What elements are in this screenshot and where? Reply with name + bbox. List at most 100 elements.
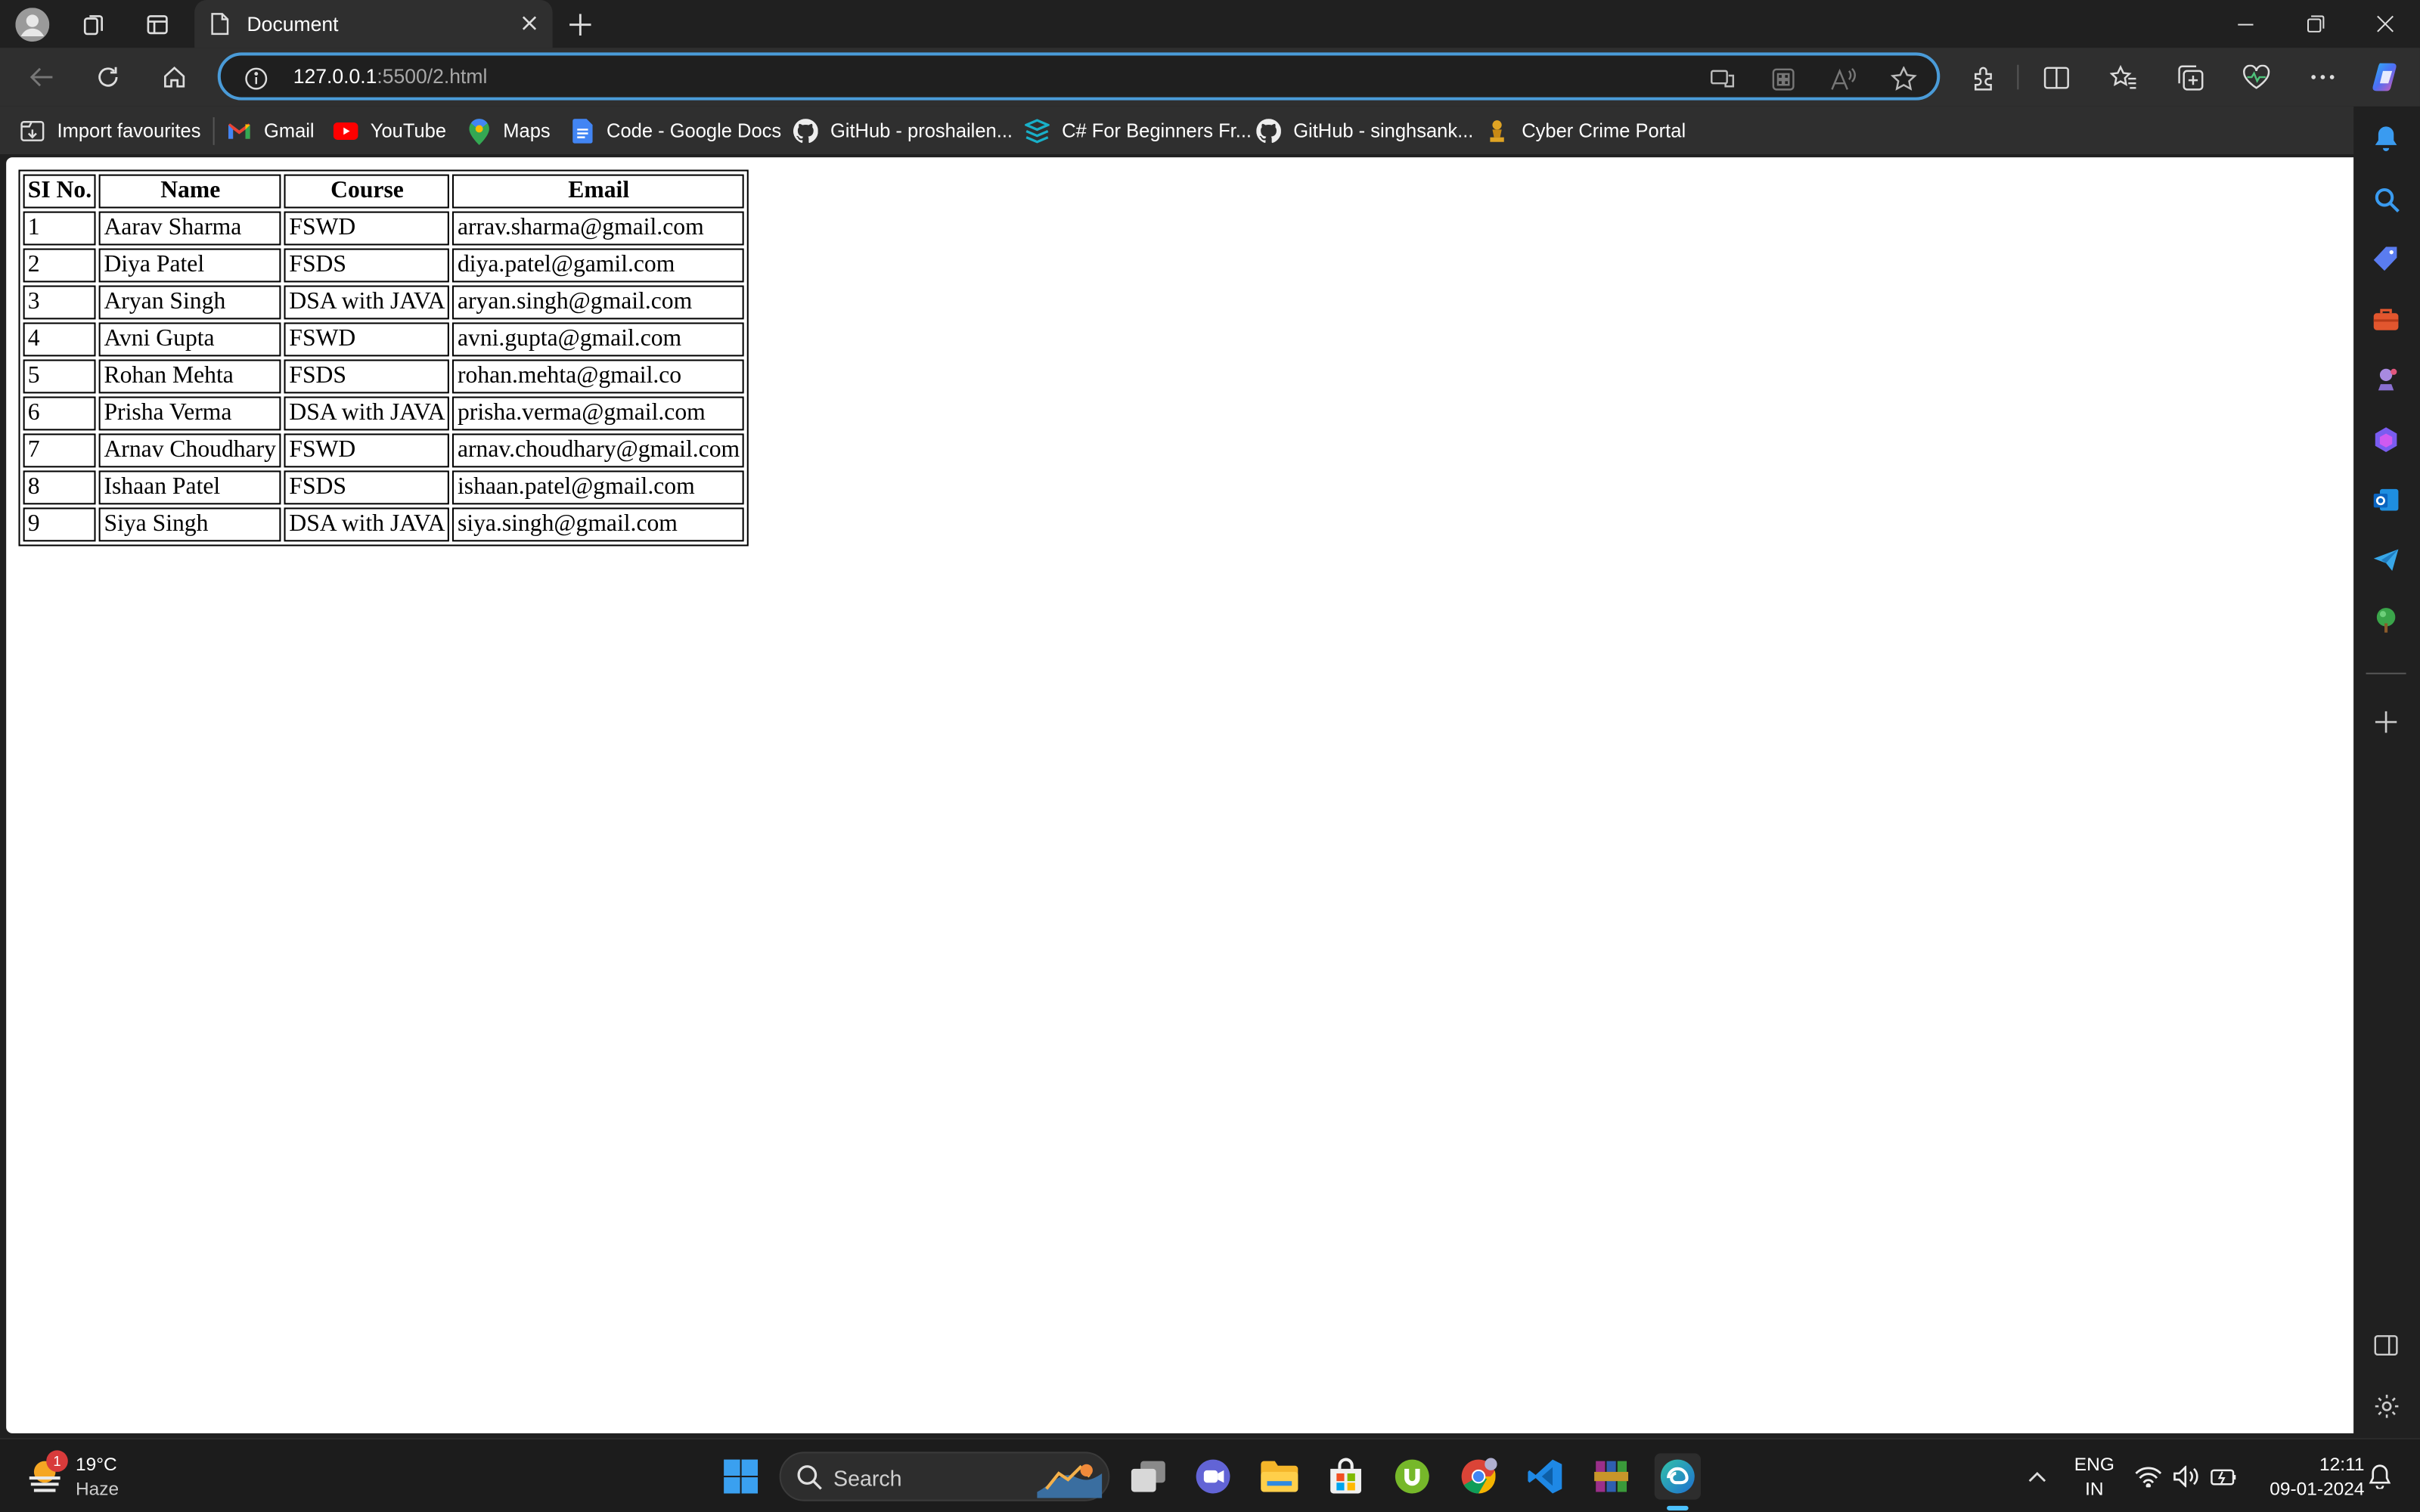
cell-course: FSDS [284, 359, 450, 394]
cell-si-no: 1 [23, 211, 97, 246]
split-screen-icon[interactable] [2036, 57, 2076, 98]
cell-course: FSWD [284, 211, 450, 246]
tree-icon[interactable] [2369, 603, 2403, 637]
language-indicator[interactable]: ENG IN [2068, 1453, 2121, 1499]
favorite-star-icon[interactable] [1886, 62, 1920, 96]
home-button[interactable] [154, 57, 194, 98]
profile-avatar[interactable] [14, 6, 51, 43]
bookmark-label: Import favourites [57, 120, 201, 142]
favorites-icon[interactable] [2104, 57, 2144, 98]
bookmark-github-singhsank[interactable]: GitHub - singhsank... [1256, 116, 1473, 147]
shopping-tag-icon[interactable] [2369, 242, 2403, 276]
minimize-button[interactable] [2210, 0, 2281, 48]
table-row: 2 Diya Patel FSDS diya.patel@gamil.com [23, 248, 745, 283]
cell-email: avni.gupta@gmail.com [452, 322, 745, 357]
battery-icon[interactable] [2210, 1466, 2238, 1495]
bookmark-csharp-beginners[interactable]: C# For Beginners Fr... [1025, 116, 1252, 147]
weather-desc: Haze [75, 1478, 119, 1500]
gmail-icon [227, 119, 252, 144]
read-aloud-icon[interactable] [1826, 62, 1860, 96]
url-text: 127.0.0.1:5500/2.html [293, 65, 488, 88]
cell-si-no: 5 [23, 359, 97, 394]
sidebar-settings-gear-icon[interactable] [2369, 1389, 2403, 1423]
new-tab-button[interactable] [562, 6, 599, 43]
cell-name: Prisha Verma [99, 396, 282, 431]
show-hidden-icons-chevron-icon[interactable] [2014, 1453, 2060, 1499]
task-view-icon[interactable] [1125, 1453, 1171, 1499]
header-name: Name [99, 174, 282, 209]
weather-widget[interactable]: 1 19°C Haze [22, 1448, 145, 1504]
search-magnifier-icon [796, 1464, 823, 1498]
copilot-icon[interactable] [2366, 57, 2406, 98]
apps-grid-icon[interactable] [1766, 62, 1800, 96]
microsoft-store-icon[interactable] [1323, 1453, 1369, 1499]
restore-button[interactable] [2279, 0, 2350, 48]
browser-essentials-icon[interactable] [2236, 57, 2276, 98]
close-tab-icon[interactable] [513, 6, 547, 40]
refresh-button[interactable] [88, 57, 128, 98]
hide-sidebar-icon[interactable] [2369, 1328, 2403, 1362]
vscode-icon[interactable] [1522, 1453, 1568, 1499]
edge-icon[interactable] [1654, 1453, 1701, 1500]
table-row: 1 Aarav Sharma FSWD arrav.sharma@gmail.c… [23, 211, 745, 246]
bookmark-maps[interactable]: Maps [466, 116, 551, 147]
taskbar-search-box[interactable]: Search [779, 1452, 1110, 1501]
utorrent-icon[interactable] [1389, 1453, 1435, 1499]
page-viewport: SI No. Name Course Email 1 Aarav Sharma … [6, 157, 2354, 1433]
address-bar[interactable]: 127.0.0.1:5500/2.html [217, 52, 1941, 101]
add-sidebar-app-icon[interactable] [2369, 705, 2403, 739]
collections-icon[interactable] [2170, 57, 2210, 98]
file-explorer-icon[interactable] [1256, 1453, 1302, 1499]
bookmark-github-proshailen[interactable]: GitHub - proshailen... [793, 116, 1013, 147]
language-region: IN [2085, 1478, 2104, 1500]
cell-email: rohan.mehta@gmail.co [452, 359, 745, 394]
bookmark-google-docs[interactable]: Code - Google Docs [569, 116, 781, 147]
cell-si-no: 3 [23, 285, 97, 320]
weather-badge: 1 [46, 1450, 68, 1472]
site-info-icon[interactable] [239, 62, 273, 96]
wifi-icon[interactable] [2134, 1466, 2162, 1495]
workspaces-icon[interactable] [76, 6, 113, 43]
more-menu-icon[interactable] [2303, 57, 2343, 98]
tab-document[interactable]: Document [194, 0, 553, 48]
teams-chat-icon[interactable] [1190, 1453, 1236, 1499]
header-course: Course [284, 174, 450, 209]
clock[interactable]: 12:11 09-01-2024 [2250, 1453, 2364, 1499]
cell-name: Avni Gupta [99, 322, 282, 357]
volume-icon[interactable] [2173, 1464, 2201, 1495]
bookmark-label: Code - Google Docs [607, 120, 782, 142]
clock-date: 09-01-2024 [2270, 1478, 2365, 1500]
cell-si-no: 7 [23, 433, 97, 468]
send-icon[interactable] [2369, 543, 2403, 577]
tab-actions-icon[interactable] [139, 6, 176, 43]
games-icon[interactable] [2369, 363, 2403, 397]
table-header-row: SI No. Name Course Email [23, 174, 745, 209]
bookmarks-divider [213, 117, 215, 145]
cell-si-no: 2 [23, 248, 97, 283]
cell-email: arrav.sharma@gmail.com [452, 211, 745, 246]
cell-si-no: 4 [23, 322, 97, 357]
windows-taskbar: 1 19°C Haze Search ENG IN 12:11 09-01-20… [0, 1438, 2420, 1512]
import-icon [20, 119, 45, 144]
bookmark-youtube[interactable]: YouTube [333, 116, 446, 147]
chrome-icon[interactable] [1455, 1453, 1501, 1499]
winrar-icon[interactable] [1588, 1453, 1634, 1499]
extensions-icon[interactable] [1963, 57, 2003, 98]
tools-briefcase-icon[interactable] [2369, 302, 2403, 336]
notification-center-bell-icon[interactable] [2369, 1464, 2391, 1497]
bookmark-cyber-crime-portal[interactable]: Cyber Crime Portal [1485, 116, 1686, 147]
app-available-icon[interactable] [1705, 62, 1739, 96]
start-button[interactable] [718, 1453, 764, 1499]
bookmark-import-favourites[interactable]: Import favourites [20, 116, 201, 147]
search-icon[interactable] [2369, 182, 2403, 216]
url-path: :5500/2.html [377, 64, 488, 88]
cell-course: FSDS [284, 248, 450, 283]
bookmark-gmail[interactable]: Gmail [227, 116, 315, 147]
close-window-button[interactable] [2349, 0, 2420, 48]
table-row: 3 Aryan Singh DSA with JAVA aryan.singh@… [23, 285, 745, 320]
back-button[interactable] [22, 57, 62, 98]
table-row: 5 Rohan Mehta FSDS rohan.mehta@gmail.co [23, 359, 745, 394]
outlook-icon[interactable] [2369, 483, 2403, 517]
copilot-sidebar-icon[interactable] [2369, 423, 2403, 457]
notifications-bell-icon[interactable] [2369, 122, 2403, 156]
